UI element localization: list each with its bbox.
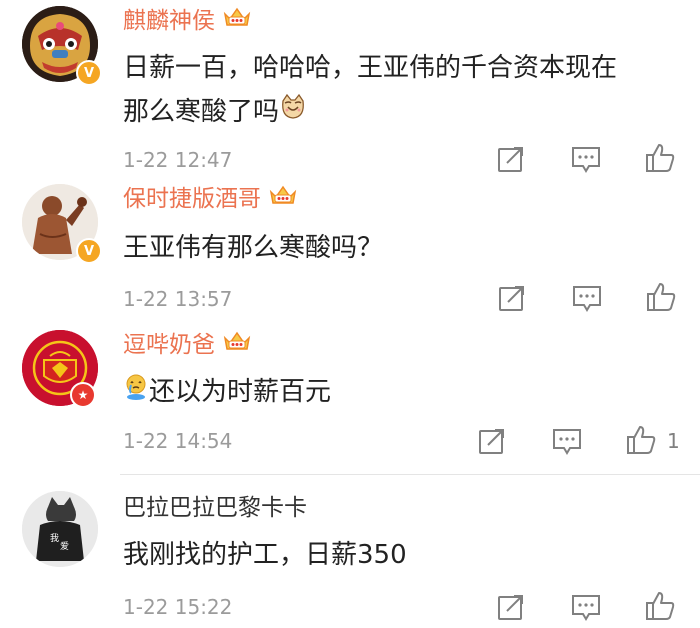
comment-time: 1-22 13:57 xyxy=(123,287,233,311)
repost-icon[interactable] xyxy=(478,427,506,455)
comment-time: 1-22 12:47 xyxy=(123,148,233,172)
svg-text:爱: 爱 xyxy=(60,541,69,552)
comment-icon[interactable] xyxy=(571,146,601,174)
verified-badge-icon: ★ xyxy=(70,382,96,408)
comment-text-line: 日薪一百，哈哈哈，王亚伟的千合资本现在 xyxy=(123,53,618,83)
username-text[interactable]: 麒麟神侯 xyxy=(123,6,215,36)
like-count: 1 xyxy=(667,429,680,453)
comment-text-line: 王亚伟有那么寒酸吗？ xyxy=(123,233,384,263)
username-text[interactable]: 逗哔奶爸 xyxy=(123,330,215,360)
username[interactable]: 巴拉巴拉巴黎卡卡 xyxy=(123,493,307,523)
comment-text-line: 还以为时薪百元 xyxy=(123,372,331,413)
comment-item: ★ 逗哔奶爸 还以为时薪百元 1-22 14:54 xyxy=(0,320,700,460)
username[interactable]: 麒麟神侯 xyxy=(123,6,251,36)
svg-text:我: 我 xyxy=(50,533,59,544)
username[interactable]: 逗哔奶爸 xyxy=(123,330,251,360)
comment-item: V 麒麟神侯 日薪一百，哈哈哈，王亚伟的千合资本现在 那么寒酸了吗 1-22 1… xyxy=(0,0,700,180)
comment-icon[interactable] xyxy=(571,594,601,622)
vip-crown-icon xyxy=(269,184,297,214)
like-icon[interactable] xyxy=(646,282,676,312)
vip-crown-icon xyxy=(223,6,251,36)
username-text[interactable]: 巴拉巴拉巴黎卡卡 xyxy=(123,493,307,523)
repost-icon[interactable] xyxy=(497,593,525,621)
like-icon[interactable] xyxy=(645,143,675,173)
comment-time: 1-22 15:22 xyxy=(123,595,233,619)
username[interactable]: 保时捷版酒哥 xyxy=(123,184,297,214)
comment-time: 1-22 14:54 xyxy=(123,429,233,453)
comment-icon[interactable] xyxy=(572,285,602,313)
crying-emoji-icon xyxy=(123,373,149,413)
like-icon[interactable] xyxy=(645,591,675,621)
vip-crown-icon xyxy=(223,330,251,360)
username-text[interactable]: 保时捷版酒哥 xyxy=(123,184,261,214)
like-icon[interactable] xyxy=(626,425,656,455)
comment-text-span: 还以为时薪百元 xyxy=(149,377,332,407)
cat-in-shirt-avatar-image: 我 爱 xyxy=(22,491,98,567)
avatar[interactable]: 我 爱 xyxy=(22,491,98,567)
comment-text-span: 那么寒酸了吗 xyxy=(123,97,280,127)
repost-icon[interactable] xyxy=(497,145,525,173)
verified-badge-icon: V xyxy=(76,60,102,86)
repost-icon[interactable] xyxy=(498,284,526,312)
comment-text-line: 我刚找的护工，日薪350 xyxy=(123,540,407,570)
verified-badge-icon: V xyxy=(76,238,102,264)
cat-face-icon xyxy=(279,93,307,133)
comment-icon[interactable] xyxy=(552,428,582,456)
comment-text-line-2: 那么寒酸了吗 xyxy=(123,92,307,133)
